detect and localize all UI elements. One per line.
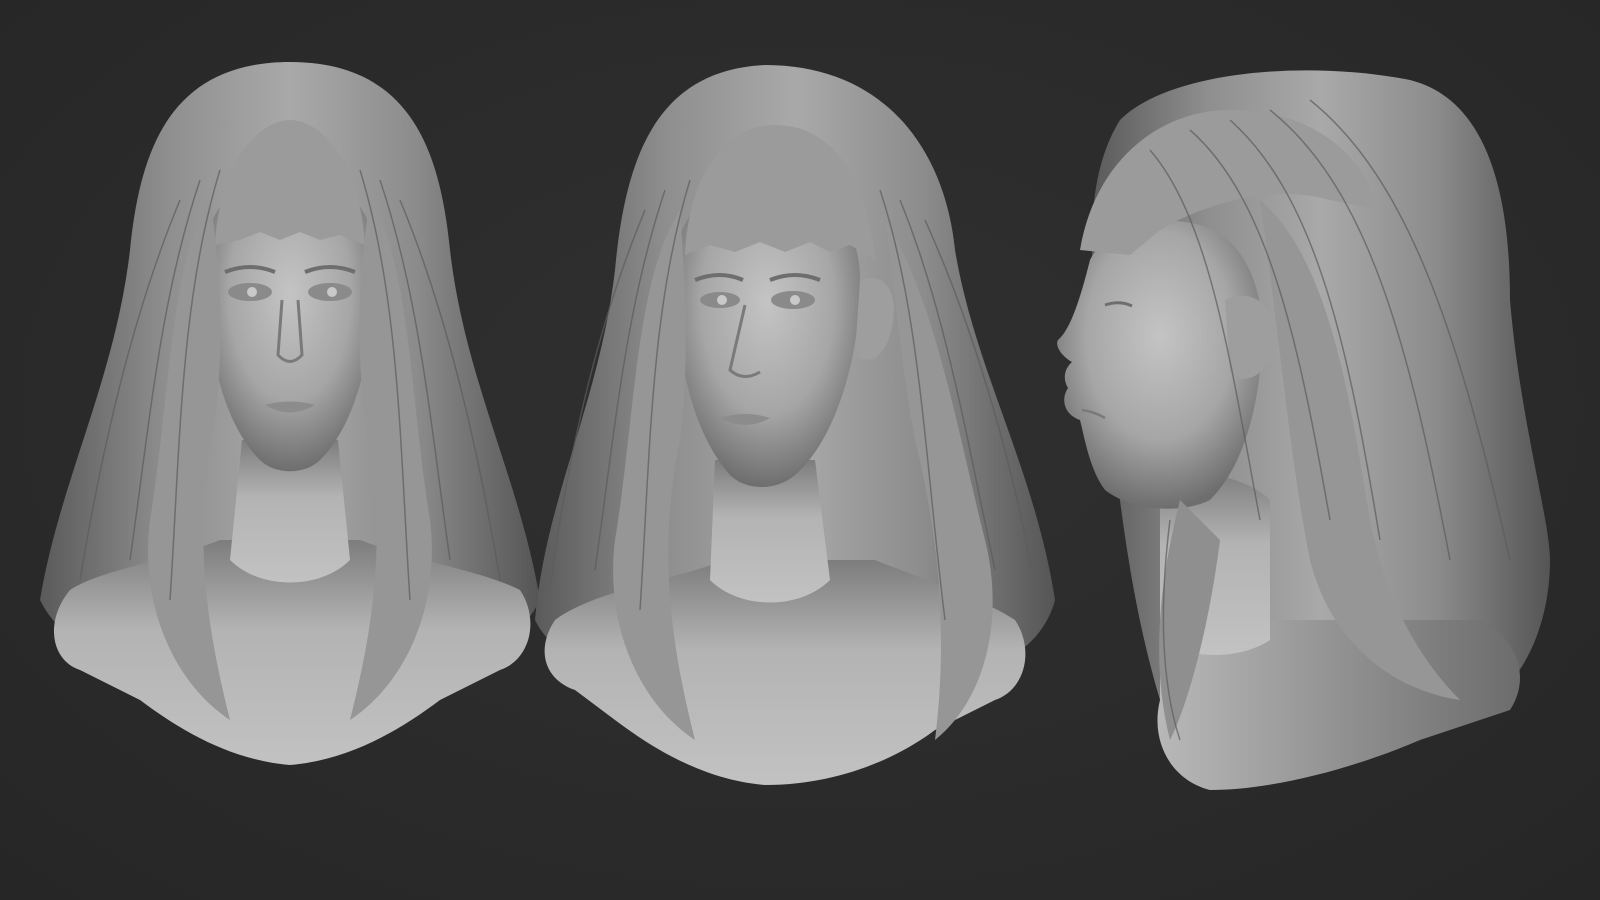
three-quarter-view-bust [515, 0, 1075, 900]
front-view-bust [20, 0, 560, 900]
sculpt-render-canvas [0, 0, 1600, 900]
profile-view-bust [1010, 0, 1590, 900]
